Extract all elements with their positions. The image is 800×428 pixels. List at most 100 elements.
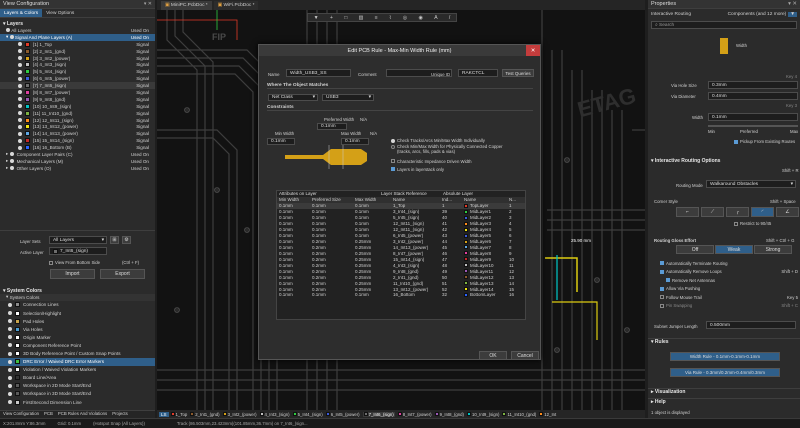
layer-color-swatch[interactable]: [25, 103, 30, 109]
radio-icon[interactable]: [391, 145, 395, 149]
text-icon[interactable]: A: [434, 15, 437, 21]
layer-row[interactable]: [13] 13_Int12_(power) Signal: [0, 123, 155, 130]
gloss-weak-button[interactable]: Weak: [715, 245, 753, 254]
remove-antennas-row[interactable]: Remove Net Antennas: [660, 276, 798, 285]
gloss-strong-button[interactable]: Strong: [754, 245, 792, 254]
pickup-row[interactable]: Pickup From Existing Routes: [734, 139, 795, 144]
table-cell[interactable]: 0.2mm: [310, 245, 353, 250]
table-row[interactable]: 0.1mm 0.2mm 0.25mm 9_Int8_(gnd) 49 MidLayer11…: [277, 268, 525, 274]
layer-row[interactable]: [7] 7_Int6_(sign) Signal: [0, 82, 155, 90]
close-icon[interactable]: ✕: [526, 45, 540, 56]
layer-bar-tab[interactable]: 1_Top: [170, 412, 187, 417]
layer-color-swatch[interactable]: [25, 89, 30, 95]
table-cell[interactable]: 0.1mm: [310, 203, 353, 208]
rectangle-icon[interactable]: □: [344, 15, 347, 21]
table-cell[interactable]: 0.1mm: [277, 245, 310, 250]
visibility-eye-icon[interactable]: [9, 35, 14, 40]
layer-set-edit-icon[interactable]: ⊞: [110, 236, 119, 244]
system-color-row[interactable]: Workspace in 2D Mode Start/End: [0, 382, 155, 390]
table-row[interactable]: 0.1mm 0.2mm 0.25mm 4_Int3_(sign) 48 MidLayer1…: [277, 262, 525, 268]
column-header[interactable]: Ind...: [440, 197, 462, 202]
column-header[interactable]: Preferred Size: [310, 197, 353, 202]
table-row[interactable]: 0.1mm 0.2mm 0.25mm 2_Int1_(gnd) 50 MidLayer12…: [277, 274, 525, 280]
visibility-eye-icon[interactable]: [8, 319, 12, 324]
visibility-eye-icon[interactable]: [8, 351, 12, 356]
bottom-tab-view-config[interactable]: View Configuration: [3, 411, 39, 418]
layer-row[interactable]: [15] 15_Int14_(sign) Signal: [0, 137, 155, 144]
visibility-eye-icon[interactable]: [18, 97, 22, 102]
table-row[interactable]: 0.1mm 0.1mm 0.1mm 12_Int11_(sign) 42 MidLayer…: [277, 227, 525, 233]
table-cell[interactable]: 0.1mm: [310, 227, 353, 232]
table-row[interactable]: 0.1mm 0.1mm 0.1mm 12_Int11_(sign) 41 MidLayer…: [277, 221, 525, 227]
table-row[interactable]: 0.1mm 0.1mm 0.1mm 5_Int5_(sign) 40 MidLayer2 3: [277, 215, 525, 221]
follow-mouse-checkbox[interactable]: [660, 295, 664, 300]
tab-view-options[interactable]: View Options: [42, 9, 78, 17]
test-queries-button[interactable]: Test Queries: [502, 69, 534, 77]
system-color-row[interactable]: First/Second Dimension Line: [0, 398, 155, 406]
visibility-eye-icon[interactable]: [18, 90, 22, 95]
table-cell[interactable]: 0.1mm: [277, 275, 310, 280]
system-color-swatch[interactable]: [15, 375, 20, 381]
bottom-tab-pcb[interactable]: PCB: [44, 411, 53, 418]
visibility-eye-icon[interactable]: [18, 56, 22, 60]
table-cell[interactable]: 0.1mm: [277, 263, 310, 268]
match-type-dropdown[interactable]: Net Class ▾: [268, 94, 318, 101]
system-color-row[interactable]: Connection Lines: [0, 301, 155, 309]
layer-row[interactable]: [1] 1_Top Signal: [0, 41, 155, 48]
system-color-row[interactable]: Board Line/Area: [0, 374, 155, 382]
layer-bar-tab[interactable]: 6_Int5_(power): [325, 412, 360, 417]
system-color-swatch[interactable]: [15, 342, 20, 348]
visibility-eye-icon[interactable]: [18, 124, 22, 129]
all-layers-row[interactable]: All Layers Used On: [0, 27, 155, 34]
layer-bar-tab[interactable]: 12_Int: [539, 412, 556, 417]
layer-color-swatch[interactable]: [25, 55, 30, 61]
layer-bar-tab[interactable]: 2_Int1_(gnd): [190, 412, 220, 417]
corner-90-arc-icon[interactable]: ╭: [726, 207, 749, 217]
auto-terminate-checkbox[interactable]: [660, 261, 664, 266]
table-row[interactable]: 0.1mm 0.2mm 0.25mm 8_Int7_(power) 46 MidLayer…: [277, 250, 525, 256]
layer-bar-tab[interactable]: 8_Int7_(power): [397, 412, 432, 417]
table-cell[interactable]: 0.1mm: [310, 209, 353, 214]
remove-antennas-checkbox[interactable]: [666, 278, 670, 283]
table-cell[interactable]: 0.1mm: [277, 257, 310, 262]
via-diameter-field[interactable]: 0.4mm: [708, 92, 798, 100]
visibility-eye-icon[interactable]: [9, 159, 14, 164]
visibility-eye-icon[interactable]: [18, 49, 22, 54]
visibility-eye-icon[interactable]: [18, 62, 22, 67]
table-cell[interactable]: 0.1mm: [277, 251, 310, 256]
rules-header[interactable]: ▾ Rules: [648, 338, 800, 345]
visibility-eye-icon[interactable]: [8, 343, 12, 348]
table-cell[interactable]: 0.25mm: [353, 257, 391, 262]
layer-bar-tab[interactable]: 4_Int3_(sign): [259, 412, 290, 417]
table-cell[interactable]: 0.2mm: [310, 269, 353, 274]
layers-section-header[interactable]: ▾ Layers: [0, 20, 155, 27]
system-color-swatch[interactable]: [15, 334, 20, 340]
system-colors-header[interactable]: ▾ System Colors: [0, 287, 155, 294]
table-cell[interactable]: 0.1mm: [310, 233, 353, 238]
system-color-row[interactable]: Component Reference Point: [0, 341, 155, 349]
align-icon[interactable]: ≡: [375, 15, 378, 21]
system-color-row[interactable]: Pad Holes: [0, 317, 155, 325]
view-from-bottom-row[interactable]: View From Bottom Side: [49, 260, 100, 265]
visibility-eye-icon[interactable]: [8, 311, 12, 316]
add-icon[interactable]: +: [330, 15, 333, 21]
system-color-swatch[interactable]: [15, 399, 20, 405]
table-cell[interactable]: 0.1mm: [277, 203, 310, 208]
stack-only-checkbox[interactable]: [391, 167, 395, 171]
cancel-button[interactable]: Cancel: [511, 351, 539, 360]
layer-color-swatch[interactable]: [25, 76, 30, 82]
table-cell[interactable]: 0.25mm: [353, 245, 391, 250]
system-color-swatch[interactable]: [15, 318, 20, 324]
system-color-row[interactable]: Via Holes: [0, 325, 155, 333]
visibility-eye-icon[interactable]: [18, 111, 22, 116]
column-header[interactable]: Name: [391, 197, 440, 202]
table-cell[interactable]: 0.1mm: [353, 203, 391, 208]
layer-row[interactable]: [11] 11_Int10_(gnd) Signal: [0, 110, 155, 117]
system-color-swatch[interactable]: [15, 302, 20, 308]
view-from-bottom-checkbox[interactable]: [49, 260, 53, 265]
visibility-eye-icon[interactable]: [8, 391, 12, 396]
table-cell[interactable]: 0.1mm: [310, 215, 353, 220]
table-cell[interactable]: 0.1mm: [353, 292, 391, 297]
layer-row[interactable]: [16] 16_Bottom (B) Signal: [0, 144, 155, 151]
visibility-eye-icon[interactable]: [8, 302, 12, 307]
